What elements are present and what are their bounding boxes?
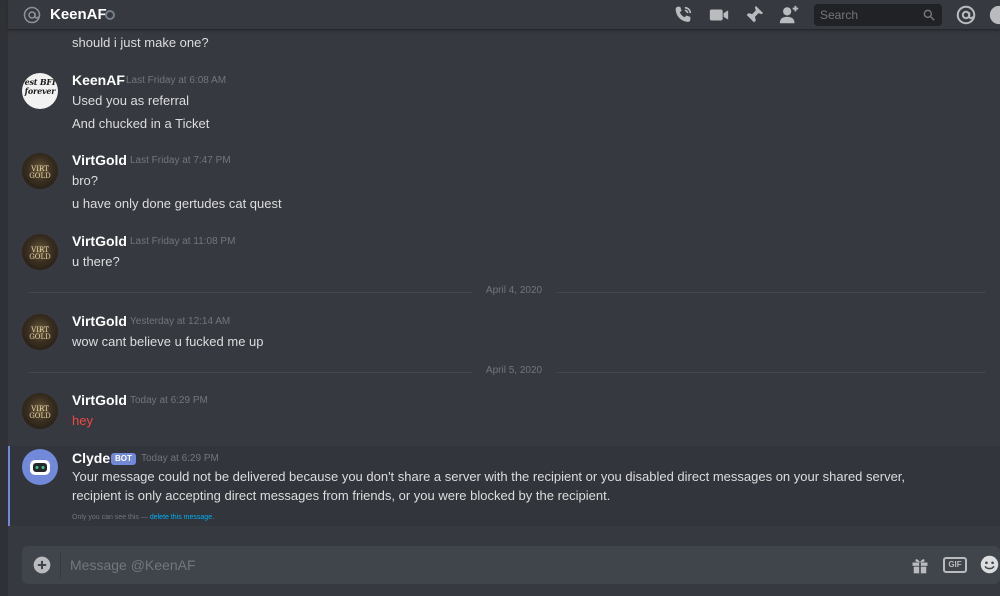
help-icon[interactable]: [988, 4, 1000, 26]
message-text: Your message could not be delivered beca…: [72, 469, 906, 484]
date-divider: April 5, 2020: [8, 365, 1000, 379]
message-list: should i just make one? est BFI forever …: [8, 30, 1000, 540]
avatar[interactable]: VIRT GOLD: [22, 153, 58, 189]
message-text: bro?: [72, 173, 99, 188]
add-friends-to-dm-icon[interactable]: [778, 4, 800, 26]
avatar[interactable]: est BFI forever: [22, 73, 58, 109]
username[interactable]: Clyde: [72, 450, 110, 466]
divider-line: [556, 372, 986, 373]
message-text: u there?: [72, 254, 120, 269]
avatar[interactable]: VIRT GOLD: [22, 393, 58, 429]
ephemeral-note: Only you can see this — delete this mess…: [72, 514, 214, 521]
delete-message-link[interactable]: delete this message.: [150, 514, 214, 521]
message-text: should i just make one?: [72, 35, 209, 50]
upload-plus-icon[interactable]: [32, 555, 52, 575]
message-text: Used you as referral: [72, 93, 190, 108]
username[interactable]: VirtGold: [72, 152, 127, 168]
avatar[interactable]: VIRT GOLD: [22, 234, 58, 270]
divider-line: [28, 372, 472, 373]
search-input[interactable]: [820, 7, 920, 23]
timestamp: Today at 6:29 PM: [130, 395, 208, 406]
emoji-picker-icon[interactable]: [979, 554, 1000, 575]
message-text: u have only done gertudes cat quest: [72, 196, 282, 211]
message-text: And chucked in a Ticket: [72, 116, 210, 131]
mentions-icon[interactable]: [955, 4, 977, 26]
offline-status-icon: [105, 10, 115, 20]
username[interactable]: VirtGold: [72, 392, 127, 408]
message-input[interactable]: [70, 555, 850, 575]
avatar[interactable]: VIRT GOLD: [22, 314, 58, 350]
left-edge: [0, 0, 8, 596]
avatar[interactable]: [22, 449, 58, 485]
at-icon: [23, 6, 41, 24]
timestamp: Last Friday at 7:47 PM: [130, 155, 231, 166]
channel-header: KeenAF: [8, 0, 1000, 30]
divider-line: [28, 292, 472, 293]
composer-divider: [60, 552, 61, 578]
video-call-icon[interactable]: [708, 4, 730, 26]
pinned-messages-icon[interactable]: [743, 4, 765, 26]
clyde-bot-icon: [30, 460, 50, 475]
username[interactable]: KeenAF: [72, 72, 125, 88]
message-text: recipient is only accepting direct messa…: [72, 488, 611, 503]
ephemeral-note-text: Only you can see this —: [72, 514, 148, 521]
search-bar[interactable]: [814, 4, 942, 26]
username[interactable]: VirtGold: [72, 313, 127, 329]
voice-call-icon[interactable]: [672, 4, 694, 26]
message-text: hey: [72, 413, 93, 428]
username[interactable]: VirtGold: [72, 233, 127, 249]
divider-date: April 4, 2020: [485, 285, 543, 296]
gif-picker-button[interactable]: GIF: [943, 557, 967, 573]
divider-line: [556, 292, 986, 293]
dm-recipient-name[interactable]: KeenAF: [50, 6, 107, 23]
divider-date: April 5, 2020: [485, 365, 543, 376]
system-message-highlight: Clyde BOT Today at 6:29 PM Your message …: [8, 446, 1000, 526]
timestamp: Yesterday at 12:14 AM: [130, 316, 231, 327]
bot-badge: BOT: [111, 453, 136, 465]
message-composer: GIF: [22, 546, 1000, 584]
date-divider: April 4, 2020: [8, 285, 1000, 299]
message-text: wow cant believe u fucked me up: [72, 334, 264, 349]
gift-icon[interactable]: [910, 555, 930, 575]
timestamp: Last Friday at 6:08 AM: [126, 75, 227, 86]
timestamp: Today at 6:29 PM: [141, 453, 219, 464]
timestamp: Last Friday at 11:08 PM: [130, 236, 236, 247]
search-icon: [923, 9, 935, 21]
